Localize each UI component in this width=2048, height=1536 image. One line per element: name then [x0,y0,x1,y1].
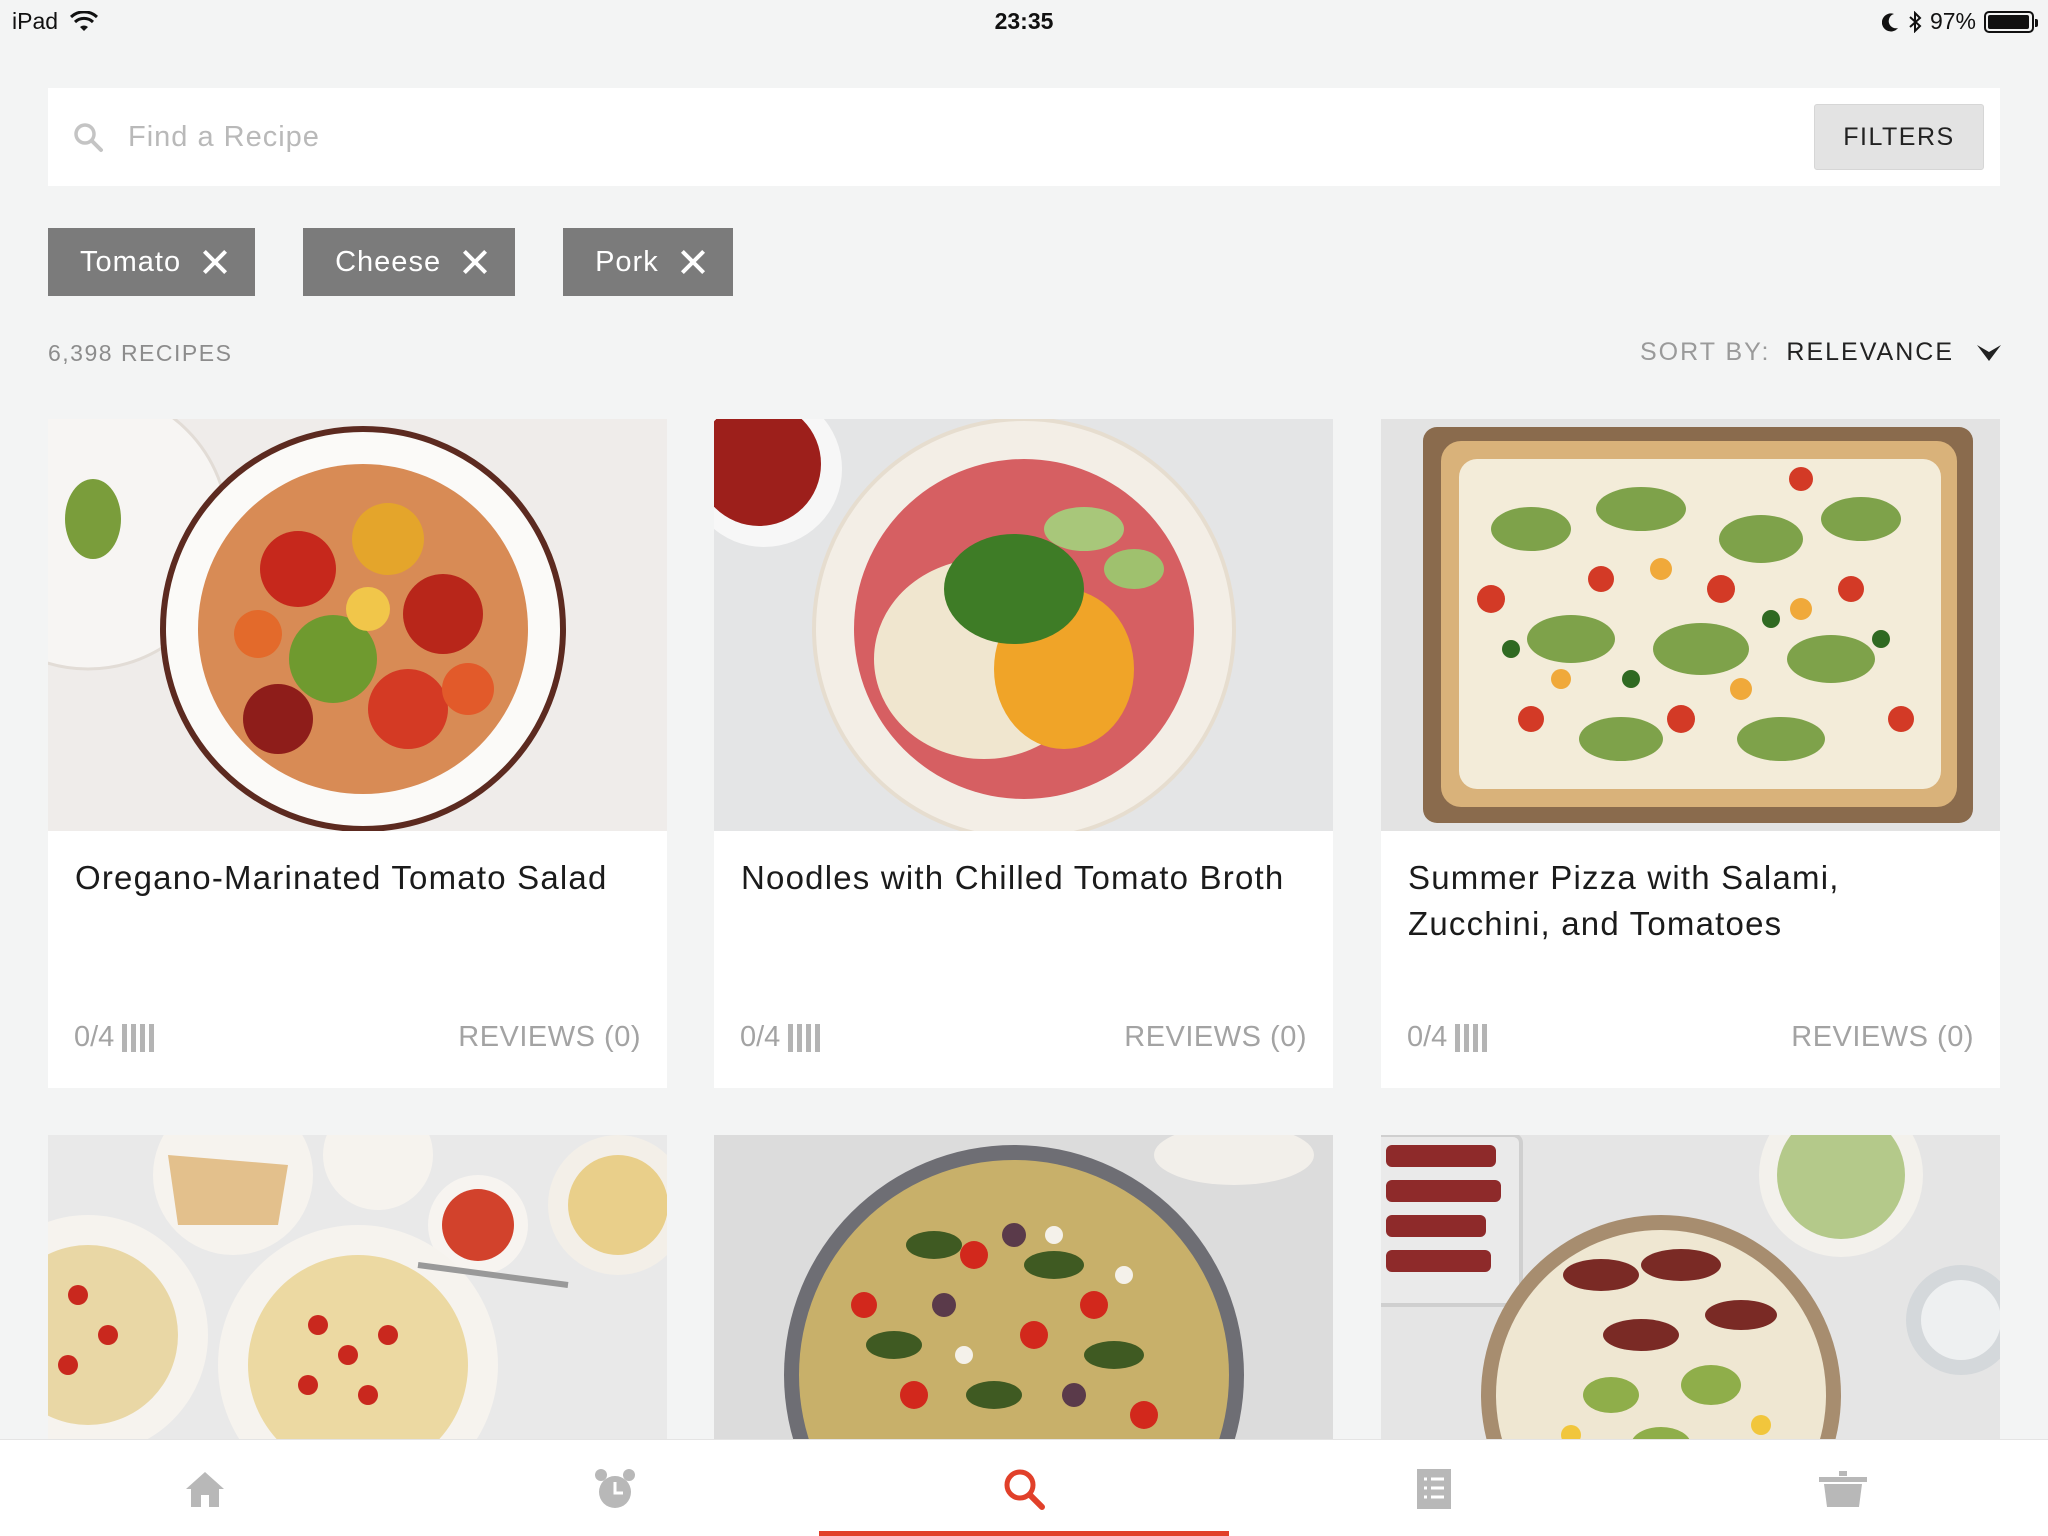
recipe-title[interactable]: Summer Pizza with Salami, Zucchini, and … [1408,855,1983,947]
status-right: 97% [1881,8,2038,35]
do-not-disturb-moon-icon [1881,12,1898,31]
recipe-title[interactable]: Oregano-Marinated Tomato Salad [75,855,650,901]
reviews-link[interactable]: REVIEWS (0) [458,1021,641,1054]
remove-chip-close-icon[interactable] [463,250,487,274]
tab-recipe-box[interactable] [1638,1440,2048,1536]
alarm-clock-icon[interactable] [593,1467,637,1511]
search-icon [74,123,103,152]
recipe-rating: 0/4 [74,1021,155,1054]
search-icon[interactable] [1002,1467,1046,1511]
recipe-photo[interactable] [714,419,1333,831]
filters-button[interactable]: FILTERS [1814,104,1984,170]
remove-chip-close-icon[interactable] [203,250,227,274]
recipe-photo[interactable] [48,419,667,831]
recipe-card[interactable]: Noodles with Chilled Tomato Broth 0/4 RE… [714,419,1333,1088]
tab-home[interactable] [0,1440,410,1536]
recipe-card[interactable] [48,1135,667,1455]
recipe-title[interactable]: Noodles with Chilled Tomato Broth [741,855,1316,901]
pot-icon[interactable] [1815,1469,1871,1509]
chevron-down-icon[interactable] [1976,343,2002,363]
tab-shopping-list[interactable] [1229,1440,1639,1536]
filter-chip-cheese[interactable]: Cheese [303,228,516,296]
filter-chip-pork[interactable]: Pork [563,228,733,296]
sort-value[interactable]: RELEVANCE [1786,338,1954,367]
active-filters: Tomato Cheese Pork [48,228,733,296]
tab-search[interactable] [819,1440,1229,1536]
bluetooth-icon [1909,10,1922,33]
recipe-rating: 0/4 [1407,1021,1488,1054]
battery-icon [1984,10,2038,33]
tab-bar [0,1439,2048,1536]
home-icon[interactable] [183,1469,227,1509]
recipe-rating: 0/4 [740,1021,821,1054]
filter-chip-tomato[interactable]: Tomato [48,228,256,296]
search-input[interactable] [128,112,1428,162]
recipe-card[interactable] [1381,1135,2000,1455]
forks-rating-icon [788,1023,821,1052]
battery-percent: 97% [1929,8,1976,34]
tab-timer[interactable] [410,1440,820,1536]
remove-chip-close-icon[interactable] [681,250,705,274]
app-screen: iPad 23:35 97% FILTERS [0,0,2048,1536]
rating-value: 0/4 [740,1021,781,1053]
clock: 23:35 [994,8,1054,34]
rating-value: 0/4 [1407,1021,1448,1053]
forks-rating-icon [122,1023,155,1052]
shopping-list-icon[interactable] [1414,1467,1454,1511]
recipe-photo[interactable] [1381,1135,2000,1455]
chip-label: Pork [595,245,659,278]
reviews-link[interactable]: REVIEWS (0) [1791,1021,1974,1054]
sort-control[interactable]: SORT BY: RELEVANCE [1640,338,2002,367]
chip-label: Cheese [335,245,442,278]
recipe-photo[interactable] [1381,419,2000,831]
recipe-card[interactable] [714,1135,1333,1455]
chip-label: Tomato [80,245,182,278]
search-bar: FILTERS [48,88,2000,186]
recipe-photo[interactable] [48,1135,667,1455]
rating-value: 0/4 [74,1021,115,1053]
recipe-count: 6,398 RECIPES [48,340,233,366]
recipe-card[interactable]: Summer Pizza with Salami, Zucchini, and … [1381,419,2000,1088]
sort-label: SORT BY: [1640,338,1771,366]
battery-level [1988,14,2029,29]
reviews-link[interactable]: REVIEWS (0) [1124,1021,1307,1054]
forks-rating-icon [1455,1023,1488,1052]
recipe-card[interactable]: Oregano-Marinated Tomato Salad 0/4 REVIE… [48,419,667,1088]
recipe-photo[interactable] [714,1135,1333,1455]
status-bar: iPad 23:35 97% [0,0,2048,42]
